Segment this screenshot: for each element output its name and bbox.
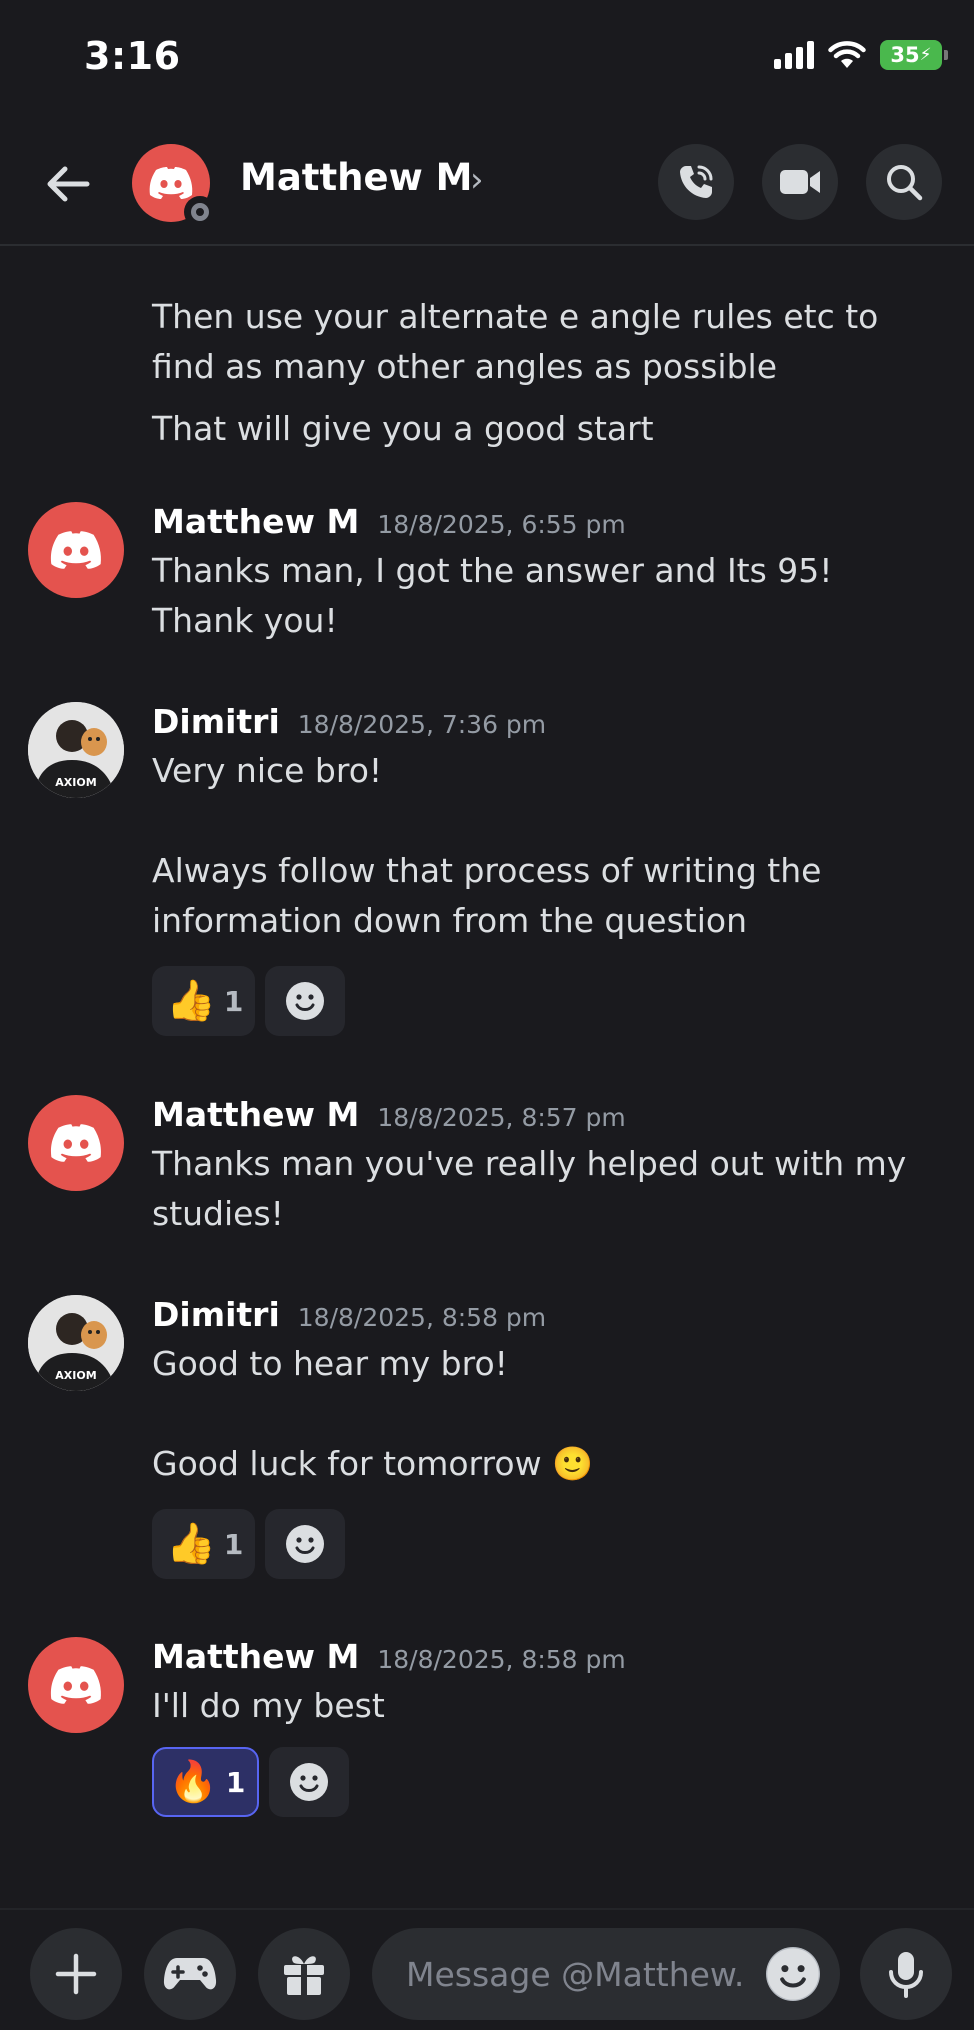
discord-logo-icon xyxy=(149,167,193,199)
reaction-bar: 🔥 1 xyxy=(152,1747,350,1817)
message-text: That will give you a good start xyxy=(152,409,654,448)
cellular-signal-icon xyxy=(774,41,814,69)
battery-indicator: 35 ⚡ xyxy=(880,40,948,70)
gift-icon xyxy=(284,1956,324,1995)
message-input[interactable] xyxy=(406,1954,746,1994)
user-avatar[interactable]: AXIOM xyxy=(28,1295,124,1391)
battery-level: 35 xyxy=(890,43,920,67)
user-avatar[interactable] xyxy=(28,502,124,598)
user-avatar[interactable]: AXIOM xyxy=(28,702,124,798)
message-author[interactable]: Matthew M 18/8/2025, 8:58 pm xyxy=(152,1637,626,1676)
discord-logo-icon xyxy=(50,1124,101,1162)
gamepad-icon xyxy=(163,1958,217,1990)
search-icon xyxy=(887,165,923,201)
video-call-button[interactable] xyxy=(762,144,838,220)
add-reaction-button[interactable] xyxy=(265,1509,346,1579)
wifi-icon xyxy=(828,41,866,68)
thumbs-up-icon: 👍 xyxy=(166,1521,216,1567)
message-text: Then use your alternate e angle rules et… xyxy=(152,297,879,386)
smiley-icon xyxy=(286,1525,325,1563)
message-list[interactable]: Then use your alternate e angle rules et… xyxy=(0,248,974,1908)
thumbs-up-icon: 👍 xyxy=(166,978,216,1024)
message-timestamp: 18/8/2025, 6:55 pm xyxy=(377,510,626,539)
message-timestamp: 18/8/2025, 8:57 pm xyxy=(377,1103,626,1132)
profile-photo: AXIOM xyxy=(28,1295,124,1391)
gift-button[interactable] xyxy=(258,1928,350,2020)
header-username[interactable]: Matthew M xyxy=(240,156,472,199)
message-text: Very nice bro! Always follow that proces… xyxy=(152,751,822,940)
message-timestamp: 18/8/2025, 8:58 pm xyxy=(377,1645,626,1674)
smiley-icon xyxy=(767,1948,819,2000)
video-camera-icon xyxy=(780,170,820,194)
discord-logo-icon xyxy=(50,1666,101,1704)
message-author[interactable]: Matthew M 18/8/2025, 6:55 pm xyxy=(152,502,626,541)
search-button[interactable] xyxy=(866,144,942,220)
offline-status-icon xyxy=(184,196,216,228)
add-reaction-button[interactable] xyxy=(269,1747,350,1817)
reaction-thumbs-up[interactable]: 👍 1 xyxy=(152,966,256,1036)
profile-photo: AXIOM xyxy=(28,702,124,798)
message-timestamp: 18/8/2025, 7:36 pm xyxy=(297,710,547,739)
arrow-left-icon xyxy=(47,166,90,202)
voice-call-button[interactable] xyxy=(658,144,734,220)
activities-button[interactable] xyxy=(144,1928,236,2020)
message-input-container[interactable] xyxy=(372,1928,840,2020)
user-avatar[interactable] xyxy=(28,1637,124,1733)
message-author[interactable]: Dimitri 18/8/2025, 8:58 pm xyxy=(152,1295,546,1334)
voice-message-button[interactable] xyxy=(860,1928,952,2020)
header-avatar[interactable] xyxy=(132,144,216,228)
fire-icon: 🔥 xyxy=(168,1759,218,1805)
message-timestamp: 18/8/2025, 8:58 pm xyxy=(297,1303,547,1332)
status-time: 3:16 xyxy=(84,34,181,78)
plus-icon xyxy=(55,1953,97,1995)
smiley-icon xyxy=(286,982,325,1020)
discord-logo-icon xyxy=(50,531,101,569)
reaction-bar: 👍 1 xyxy=(152,966,346,1036)
reaction-thumbs-up[interactable]: 👍 1 xyxy=(152,1509,256,1579)
add-reaction-button[interactable] xyxy=(265,966,346,1036)
avatar-logo-text: AXIOM xyxy=(55,1369,96,1382)
message-composer xyxy=(0,1908,974,2030)
chat-header: Matthew M › xyxy=(0,120,974,246)
emoji-picker-button[interactable] xyxy=(766,1947,820,2001)
back-button[interactable] xyxy=(38,154,98,214)
message-author[interactable]: Matthew M 18/8/2025, 8:57 pm xyxy=(152,1095,626,1134)
reaction-count: 1 xyxy=(223,984,244,1018)
chevron-right-icon[interactable]: › xyxy=(470,160,484,200)
message-text: I'll do my best xyxy=(152,1686,385,1725)
phone-call-icon xyxy=(680,165,713,198)
avatar-logo-text: AXIOM xyxy=(55,776,96,789)
reaction-count: 1 xyxy=(225,1765,246,1799)
reaction-fire[interactable]: 🔥 1 xyxy=(152,1747,260,1817)
smiley-icon xyxy=(290,1763,329,1801)
reaction-bar: 👍 1 xyxy=(152,1509,346,1579)
microphone-icon xyxy=(889,1952,923,1998)
status-icons: 35 ⚡ xyxy=(774,40,948,70)
user-avatar[interactable] xyxy=(28,1095,124,1191)
message-text: Thanks man, I got the answer and Its 95!… xyxy=(152,551,833,640)
message-text: Thanks man you've really helped out with… xyxy=(152,1144,907,1233)
message-text: Good to hear my bro! Good luck for tomor… xyxy=(152,1344,594,1483)
status-bar: 3:16 35 ⚡ xyxy=(0,0,974,120)
reaction-count: 1 xyxy=(223,1527,244,1561)
message-author[interactable]: Dimitri 18/8/2025, 7:36 pm xyxy=(152,702,546,741)
attach-button[interactable] xyxy=(30,1928,122,2020)
